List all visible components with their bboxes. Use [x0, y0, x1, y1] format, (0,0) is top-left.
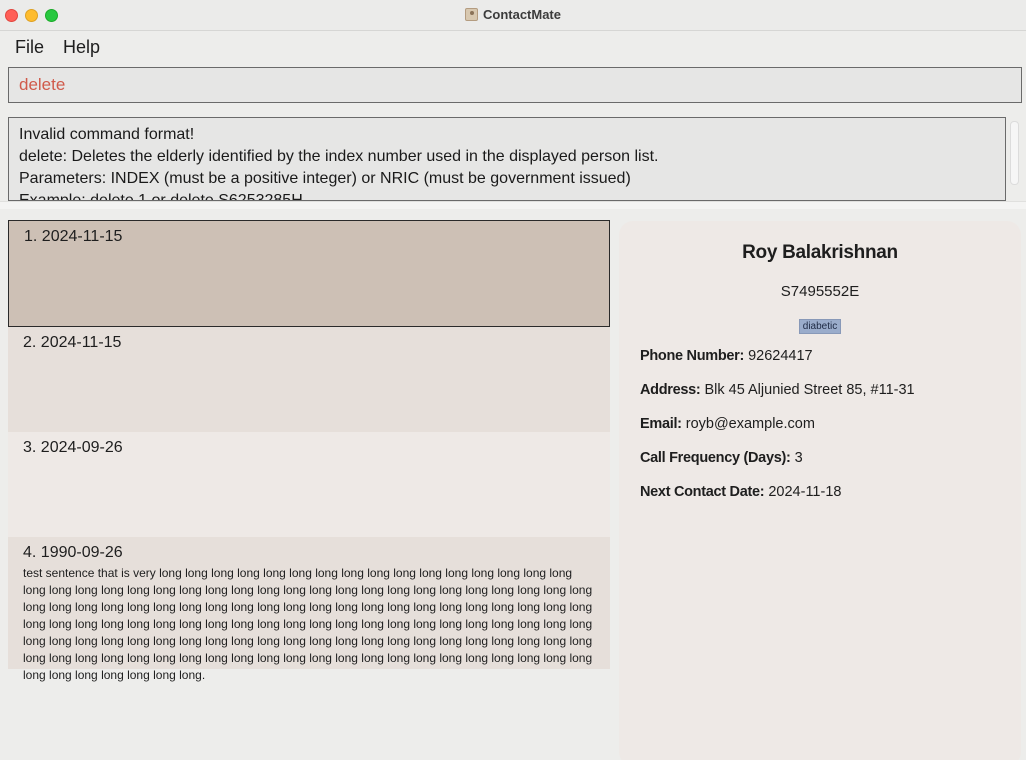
result-display: Invalid command format! delete: Deletes … [8, 117, 1006, 201]
phone-value: 92624417 [748, 348, 813, 364]
list-item-title: 3. 2024-09-26 [23, 439, 123, 456]
address-value: Blk 45 Aljunied Street 85, #11-31 [704, 382, 915, 398]
list-item-note: test sentence that is very long long lon… [23, 566, 593, 682]
phone-label: Phone Number: [640, 348, 745, 364]
call-frequency-value: 3 [794, 450, 803, 466]
result-scrollbar[interactable] [1010, 121, 1019, 185]
list-item-title: 1. 2024-11-15 [24, 228, 123, 245]
next-contact-value: 2024-11-18 [768, 484, 842, 500]
email-label: Email: [640, 416, 682, 432]
person-nric: S7495552E [780, 283, 860, 300]
title-bar: ContactMate [0, 0, 1026, 31]
menu-file[interactable]: File [15, 37, 44, 58]
call-frequency-label: Call Frequency (Days): [640, 450, 791, 466]
result-line: Example: delete 1 or delete S6253285H [19, 192, 303, 201]
contacts-app-icon [464, 8, 478, 21]
command-box [8, 67, 1022, 103]
next-contact-field: Next Contact Date: 2024-11-18 [640, 484, 841, 500]
person-detail-panel: Roy Balakrishnan S7495552E diabetic Phon… [619, 221, 1021, 760]
window-title: ContactMate [482, 7, 561, 22]
phone-field: Phone Number: 92624417 [640, 348, 813, 364]
email-value: royb@example.com [685, 416, 815, 432]
list-item[interactable]: 4. 1990-09-26 test sentence that is very… [8, 537, 610, 682]
tag-row: diabetic [619, 316, 1021, 334]
address-field: Address: Blk 45 Aljunied Street 85, #11-… [640, 382, 915, 398]
list-item-title: 2. 2024-11-15 [23, 334, 122, 351]
email-field: Email: royb@example.com [640, 416, 815, 432]
tag-badge: diabetic [798, 319, 842, 334]
call-frequency-field: Call Frequency (Days): 3 [640, 450, 803, 466]
list-item[interactable]: 3. 2024-09-26 [8, 432, 610, 537]
result-line: Parameters: INDEX (must be a positive in… [19, 170, 631, 187]
next-contact-label: Next Contact Date: [640, 484, 765, 500]
result-line: delete: Deletes the elderly identified b… [19, 148, 659, 165]
split-divider[interactable] [0, 201, 1026, 209]
person-list: 1. 2024-11-15 2. 2024-11-15 3. 2024-09-2… [8, 220, 610, 682]
menu-help[interactable]: Help [63, 37, 100, 58]
person-name: Roy Balakrishnan [742, 242, 898, 263]
list-item-title: 4. 1990-09-26 [23, 544, 123, 561]
address-label: Address: [640, 382, 701, 398]
list-item[interactable]: 2. 2024-11-15 [8, 327, 610, 432]
command-input[interactable] [19, 75, 999, 95]
menu-bar: File Help [0, 31, 1026, 61]
window-title-wrap: ContactMate [0, 7, 1026, 22]
result-line: Invalid command format! [19, 126, 195, 143]
list-item-selected[interactable]: 1. 2024-11-15 [8, 220, 610, 327]
